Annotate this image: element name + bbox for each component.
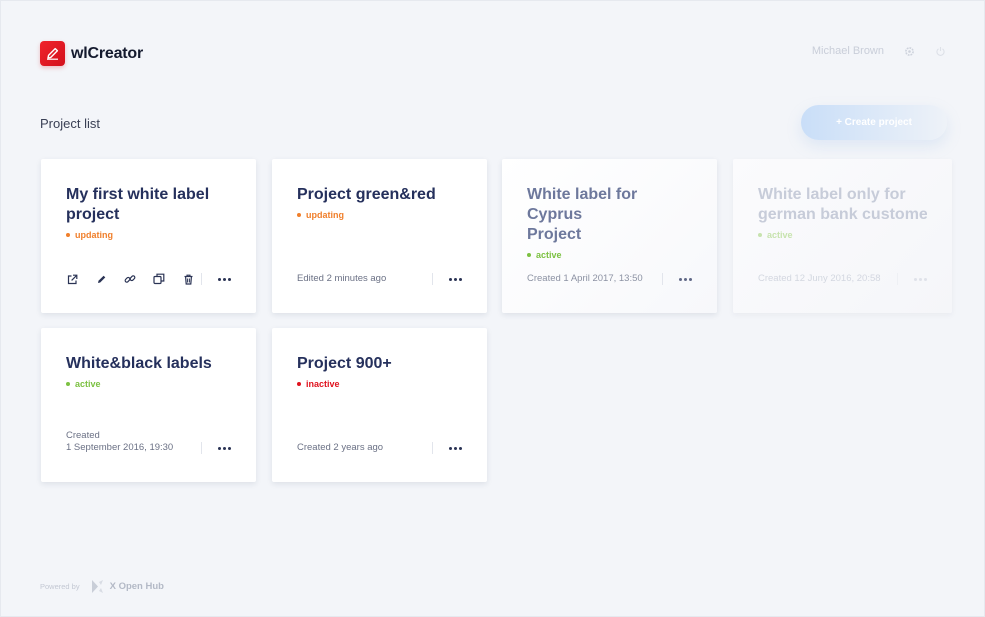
card-footer: Created 12 Juny 2016, 20:58 bbox=[758, 273, 927, 285]
project-title: White label for Cyprus Project bbox=[527, 186, 638, 243]
user-name[interactable]: Michael Brown bbox=[812, 45, 884, 57]
project-card[interactable]: White label only for german bank custome… bbox=[733, 159, 952, 313]
edit-icon[interactable] bbox=[95, 273, 107, 285]
brand-name: X Open Hub bbox=[109, 581, 164, 592]
project-card[interactable]: My first white label project updating bbox=[41, 159, 256, 313]
create-project-button[interactable]: + Create project bbox=[801, 105, 947, 140]
project-actions bbox=[66, 273, 194, 285]
more-icon[interactable] bbox=[449, 277, 462, 281]
more-icon[interactable] bbox=[914, 277, 927, 281]
project-title: My first white label project bbox=[66, 186, 210, 223]
project-card[interactable]: Project 900+ inactive Created 2 years ag… bbox=[272, 328, 487, 482]
project-card[interactable]: White label for Cyprus Project active Cr… bbox=[502, 159, 717, 313]
divider bbox=[201, 442, 202, 454]
project-title: Project 900+ bbox=[297, 355, 392, 372]
status-dot bbox=[297, 382, 301, 386]
card-footer bbox=[66, 273, 231, 285]
project-meta: Created 12 Juny 2016, 20:58 bbox=[758, 273, 881, 284]
project-title: White label only for german bank custome… bbox=[758, 186, 927, 223]
settings-icon[interactable] bbox=[904, 46, 915, 57]
project-meta: Created 2 years ago bbox=[297, 442, 384, 453]
project-title: White&black labels bbox=[66, 355, 212, 372]
more-icon[interactable] bbox=[218, 446, 231, 450]
divider bbox=[432, 442, 433, 454]
app-frame: wlCreator Michael Brown Project list + C… bbox=[0, 0, 985, 617]
duplicate-icon[interactable] bbox=[153, 273, 165, 285]
open-external-icon[interactable] bbox=[66, 273, 78, 285]
status-badge: active bbox=[66, 379, 231, 389]
status-dot bbox=[297, 213, 301, 217]
project-card[interactable]: Project green&red updating Edited 2 minu… bbox=[272, 159, 487, 313]
app-logo[interactable]: wlCreator bbox=[40, 41, 143, 66]
card-footer: Edited 2 minutes ago bbox=[297, 273, 462, 285]
card-footer-right bbox=[201, 273, 231, 285]
project-title: Project green&red bbox=[297, 186, 436, 203]
more-icon[interactable] bbox=[218, 277, 231, 281]
delete-icon[interactable] bbox=[182, 273, 194, 285]
status-badge: inactive bbox=[297, 379, 462, 389]
card-footer: Created 1 September 2016, 19:30 bbox=[66, 430, 231, 454]
logo-pencil-icon bbox=[40, 41, 65, 66]
divider bbox=[432, 273, 433, 285]
status-badge: updating bbox=[66, 230, 231, 240]
card-footer-right bbox=[662, 273, 692, 285]
project-meta: Created 1 September 2016, 19:30 bbox=[66, 430, 174, 453]
powered-by-label: Powered by bbox=[40, 582, 80, 591]
divider bbox=[201, 273, 202, 285]
project-meta: Created 1 April 2017, 13:50 bbox=[527, 273, 643, 284]
status-badge: active bbox=[758, 230, 927, 240]
link-icon[interactable] bbox=[124, 273, 136, 285]
divider bbox=[662, 273, 663, 285]
card-footer: Created 2 years ago bbox=[297, 442, 462, 454]
xopenhub-icon bbox=[91, 580, 103, 593]
status-badge: updating bbox=[297, 210, 462, 220]
card-footer: Created 1 April 2017, 13:50 bbox=[527, 273, 692, 285]
xopenhub-logo[interactable]: X Open Hub bbox=[91, 579, 164, 594]
more-icon[interactable] bbox=[449, 446, 462, 450]
powered-by: Powered by X Open Hub bbox=[40, 579, 164, 594]
card-footer-right bbox=[432, 273, 462, 285]
status-dot bbox=[66, 382, 70, 386]
more-icon[interactable] bbox=[679, 277, 692, 281]
card-footer-right bbox=[432, 442, 462, 454]
status-dot bbox=[66, 233, 70, 237]
user-area: Michael Brown bbox=[812, 45, 946, 57]
card-footer-right bbox=[201, 442, 231, 454]
status-dot bbox=[527, 253, 531, 257]
divider bbox=[897, 273, 898, 285]
project-card[interactable]: White&black labels active Created 1 Sept… bbox=[41, 328, 256, 482]
app-name: wlCreator bbox=[71, 44, 143, 62]
status-dot bbox=[758, 233, 762, 237]
card-footer-right bbox=[897, 273, 927, 285]
page-title: Project list bbox=[40, 116, 100, 131]
logout-icon[interactable] bbox=[935, 46, 946, 57]
status-badge: active bbox=[527, 250, 692, 260]
project-meta: Edited 2 minutes ago bbox=[297, 273, 387, 284]
